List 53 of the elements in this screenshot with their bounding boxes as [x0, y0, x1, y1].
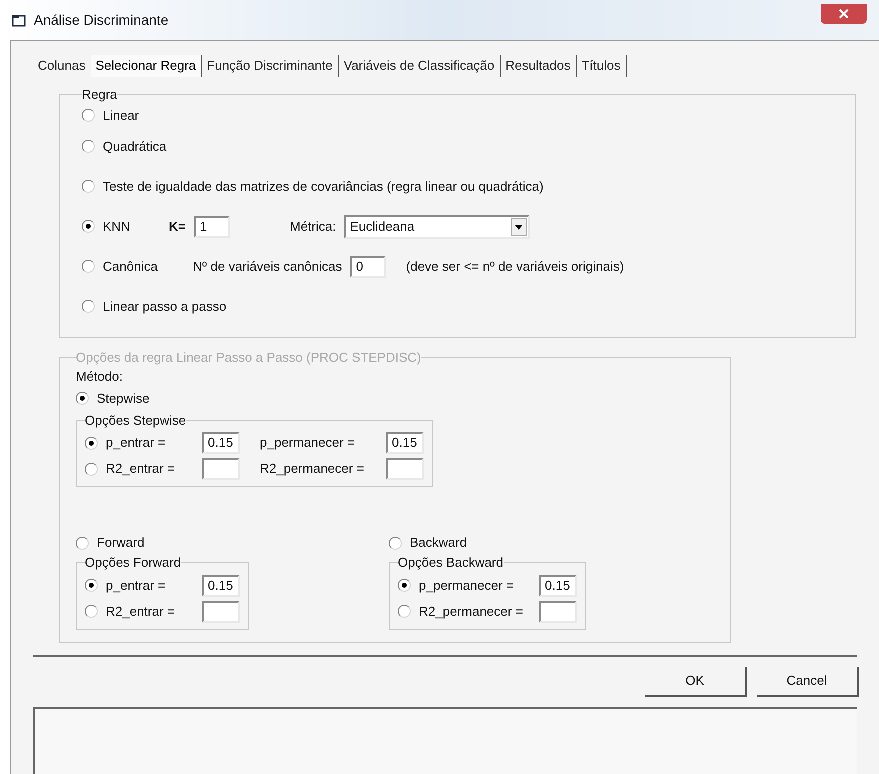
input-field[interactable]: 0: [350, 256, 386, 278]
window-icon: [12, 14, 26, 26]
method-label: Método:: [76, 368, 123, 386]
radio-button[interactable]: [82, 300, 95, 313]
dialog-button[interactable]: OK: [645, 666, 747, 696]
radio-button[interactable]: [82, 109, 95, 122]
option-label: Backward: [410, 534, 468, 552]
option-label: R2_entrar =: [106, 602, 176, 621]
close-icon: [839, 9, 849, 19]
group-title: Regra: [82, 86, 118, 104]
tab[interactable]: Resultados: [500, 55, 577, 77]
caret-icon: [511, 218, 528, 236]
option-label: Forward: [97, 534, 145, 552]
dialog-button[interactable]: Cancel: [757, 666, 859, 696]
option-label: Canônica: [103, 258, 159, 276]
note-text: (deve ser <= nº de variáveis originais): [406, 258, 624, 276]
tab[interactable]: Títulos: [576, 55, 627, 77]
radio-button[interactable]: [82, 260, 95, 273]
option-label: Teste de igualdade das matrizes de covariâncias (regra linear ou quadrática): [103, 178, 544, 196]
input-field[interactable]: [202, 600, 240, 622]
radio-button[interactable]: [82, 140, 95, 153]
group-title: Opções Backward: [398, 554, 504, 572]
option-label: p_entrar =: [106, 434, 167, 452]
k-label: K=: [169, 218, 186, 236]
option-label: p_permanecer =: [260, 434, 356, 452]
group-title: Opções da regra Linear Passo a Passo (PROC STEPDISC): [76, 348, 422, 367]
option-label: KNN: [103, 218, 132, 236]
count-label: Nº de variáveis canônicas: [193, 258, 342, 276]
input-field[interactable]: [202, 458, 240, 480]
tab[interactable]: Selecionar Regra: [90, 55, 202, 77]
option-label: Linear passo a passo: [103, 298, 227, 316]
input-field[interactable]: [539, 600, 577, 622]
tab[interactable]: Variáveis de Classificação: [338, 55, 501, 77]
metric-dropdown[interactable]: Euclideana: [344, 214, 530, 238]
radio-button[interactable]: [82, 180, 95, 193]
option-label: p_entrar =: [106, 576, 167, 595]
group-title: Opções Forward: [85, 554, 182, 572]
window-title: Análise Discriminante: [34, 10, 169, 30]
tab[interactable]: Colunas: [33, 55, 91, 77]
option-label: Quadrática: [103, 138, 167, 156]
option-label: p_permanecer =: [419, 576, 516, 595]
metric-label: Métrica:: [290, 218, 336, 236]
option-label: R2_permanecer =: [260, 460, 366, 478]
input-field[interactable]: [386, 458, 424, 480]
option-label: R2_permanecer =: [419, 602, 524, 621]
option-label: R2_entrar =: [106, 460, 176, 478]
close-button[interactable]: [821, 4, 867, 24]
option-label: Stepwise: [97, 390, 150, 408]
radio-button[interactable]: [82, 220, 95, 233]
group-title: Opções Stepwise: [85, 412, 186, 430]
option-label: Linear: [103, 106, 140, 125]
input-field[interactable]: 1: [194, 216, 230, 238]
tab[interactable]: Função Discriminante: [202, 55, 339, 77]
